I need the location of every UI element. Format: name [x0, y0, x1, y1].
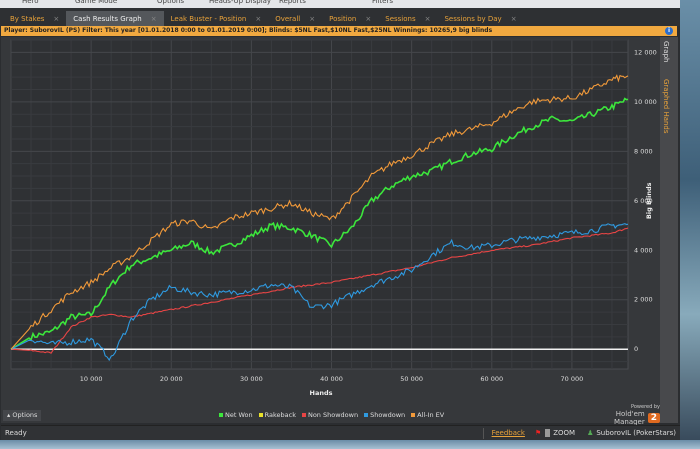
options-label: Options: [12, 411, 38, 419]
legend-swatch: [411, 413, 416, 417]
legend-label: All-In EV: [417, 411, 445, 419]
close-icon[interactable]: ×: [255, 15, 261, 23]
x-axis-label: Hands: [310, 389, 333, 397]
y-tick-label: 4 000: [634, 246, 653, 254]
menu-item[interactable]: Hero: [22, 0, 39, 5]
tab-label: Sessions by Day: [444, 14, 502, 23]
filter-text: Player: SuborovIL (PS) Filter: This year…: [4, 27, 493, 34]
x-tick-label: 70 000: [561, 375, 584, 383]
x-tick-label: 40 000: [320, 375, 343, 383]
y-tick-label: 8 000: [634, 147, 653, 155]
desktop-background: [680, 0, 700, 449]
tab-bar: By Stakes × Cash Results Graph × Leak Buster…: [0, 8, 685, 26]
close-icon[interactable]: ×: [151, 15, 157, 23]
x-tick-label: 50 000: [400, 375, 423, 383]
product-name: Hold'em Manager: [614, 410, 645, 426]
tab[interactable]: Leak Buster - Position ×: [164, 11, 269, 26]
menu-item[interactable]: Options: [157, 0, 184, 5]
hm-logo: 2: [647, 413, 660, 423]
x-tick-label: 30 000: [240, 375, 263, 383]
zoom-label[interactable]: ZOOM: [553, 429, 575, 437]
menu-bar: Hero Game Mode Options Heads-Up Display Repo…: [0, 0, 685, 8]
menu-item[interactable]: Heads-Up Display: [209, 0, 271, 5]
options-button[interactable]: ▴ Options: [3, 410, 42, 421]
status-bar: Ready Feedback ⚑ ZOOM ♟ SuborovIL (Poker…: [1, 425, 680, 440]
tab[interactable]: Position ×: [322, 11, 378, 26]
x-tick-label: 10 000: [80, 375, 103, 383]
status-text: Ready: [5, 429, 27, 437]
tab[interactable]: Sessions by Day ×: [437, 11, 523, 26]
tab[interactable]: Overall ×: [268, 11, 322, 26]
tab-label: By Stakes: [10, 14, 45, 23]
tab[interactable]: By Stakes ×: [3, 11, 66, 26]
legend-swatch: [219, 413, 223, 417]
legend-label: Non Showdown: [307, 411, 359, 419]
tab-label: Position: [329, 14, 357, 23]
user-icon: ♟: [587, 429, 594, 437]
chart-panel: 10 000 20 000 30 000 40 000 50 000 60 000 70 0…: [1, 37, 660, 426]
legend-label: Net Won: [225, 411, 253, 419]
legend-item[interactable]: Non Showdown: [301, 411, 359, 419]
y-tick-label: 10 000: [634, 98, 657, 106]
y-axis-label: Big Blinds: [645, 182, 653, 219]
legend-swatch: [364, 413, 369, 417]
legend-swatch: [301, 413, 306, 417]
legend-item[interactable]: Showdown: [364, 411, 405, 419]
filter-bar: Player: SuborovIL (PS) Filter: This year…: [1, 26, 677, 36]
branding: Powered by Hold'em Manager 2: [591, 404, 660, 426]
tab-label: Cash Results Graph: [73, 14, 142, 23]
legend-label: Showdown: [370, 411, 406, 419]
y-tick-label: 0: [634, 345, 638, 353]
info-icon[interactable]: i: [665, 27, 673, 35]
results-chart: 10 000 20 000 30 000 40 000 50 000 60 000 70 0…: [10, 39, 657, 397]
chart-legend: Net Won Rakeback Non Showdown Showdown All-I…: [219, 411, 444, 419]
taskbar-edge: [0, 440, 700, 449]
tab-label: Sessions: [385, 14, 416, 23]
legend-item[interactable]: Rakeback: [258, 411, 296, 419]
flag-icon[interactable]: ⚑: [535, 429, 541, 437]
close-icon[interactable]: ×: [425, 15, 431, 23]
x-tick-label: 60 000: [480, 375, 503, 383]
tab-label: Leak Buster - Position: [170, 14, 247, 23]
legend-swatch: [258, 413, 263, 417]
menu-item[interactable]: Game Mode: [75, 0, 117, 5]
side-tab-graphed-hands[interactable]: Graphed Hands: [662, 79, 670, 134]
y-tick-label: 2 000: [634, 296, 653, 304]
legend-item[interactable]: Net Won: [219, 411, 253, 419]
tab-label: Overall: [275, 14, 301, 23]
close-icon[interactable]: ×: [309, 15, 315, 23]
x-tick-label: 20 000: [160, 375, 183, 383]
user-label[interactable]: SuborovIL (PokerStars): [596, 429, 676, 437]
close-icon[interactable]: ×: [53, 15, 59, 23]
zoom-icon: [545, 429, 551, 437]
side-tabs: Graph Graphed Hands: [660, 37, 678, 423]
y-tick-label: 12 000: [634, 48, 657, 56]
menu-item[interactable]: Reports: [279, 0, 306, 5]
menu-item[interactable]: Filters: [372, 0, 393, 5]
close-icon[interactable]: ×: [365, 15, 371, 23]
legend-item[interactable]: All-In EV: [411, 411, 444, 419]
legend-label: Rakeback: [264, 411, 296, 419]
side-tab-graph[interactable]: Graph: [662, 41, 670, 62]
tab[interactable]: Cash Results Graph ×: [66, 11, 164, 26]
close-icon[interactable]: ×: [511, 15, 517, 23]
feedback-link[interactable]: Feedback: [492, 429, 525, 437]
tab[interactable]: Sessions ×: [378, 11, 437, 26]
